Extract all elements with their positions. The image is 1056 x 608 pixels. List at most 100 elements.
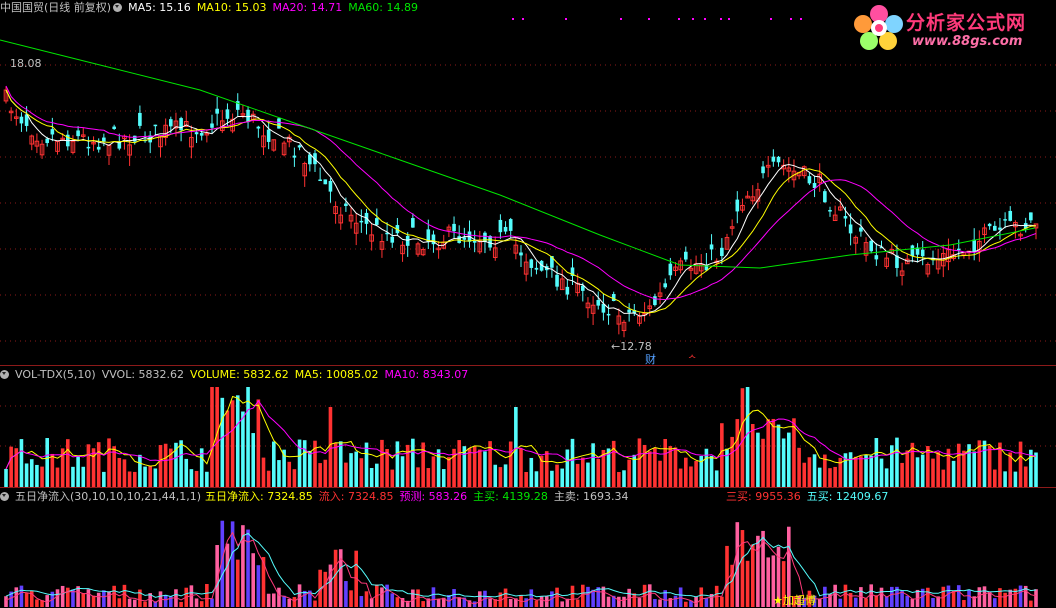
flow-bar: [163, 594, 168, 607]
volume-bar: [261, 457, 266, 487]
flow-bar: [853, 597, 858, 607]
volume-bar: [436, 449, 441, 487]
flow-bar: [555, 587, 559, 607]
signal-dot: [704, 18, 706, 20]
candle-body: [565, 286, 570, 295]
volume-bar: [848, 452, 853, 487]
dropdown-circle-icon[interactable]: [0, 370, 9, 379]
volume-bar: [503, 464, 508, 487]
volume-bar: [565, 449, 570, 487]
flow-bar: [127, 598, 132, 607]
flow-bar: [560, 601, 564, 607]
flow-bar: [272, 593, 276, 607]
third-buy-value: 三买: 9955.36: [726, 490, 801, 503]
volume-bar: [431, 456, 436, 487]
volume-bar: [395, 441, 400, 487]
candle-body: [653, 296, 657, 306]
volume-bar: [709, 455, 714, 487]
volume-chart-pane[interactable]: VOL-TDX(5,10) VVOL: 5832.62 VOLUME: 5832.6…: [0, 366, 1056, 487]
volume-bar: [1018, 441, 1023, 487]
volume-bar: [81, 466, 86, 487]
flow-bar: [864, 598, 868, 607]
high-price-marker: 18.08: [10, 57, 42, 70]
volume-bar: [750, 424, 755, 487]
volume-bar: [375, 463, 379, 487]
candle-body: [215, 108, 219, 114]
candle-body: [627, 309, 631, 313]
volume-bar: [205, 471, 209, 487]
candle-body: [998, 227, 1002, 230]
event-dot-icon[interactable]: ᄉ: [688, 352, 696, 365]
candle-body: [709, 244, 714, 250]
volume-bar: [627, 459, 631, 487]
volume-bar: [241, 411, 245, 487]
flow-bar: [4, 596, 8, 607]
dropdown-circle-icon[interactable]: [0, 492, 9, 501]
candle-body: [411, 218, 415, 228]
vol-indicator-name[interactable]: VOL-TDX(5,10): [15, 368, 96, 381]
signal-dot: [648, 18, 650, 20]
flow-bar: [653, 599, 657, 607]
flow-bar: [993, 598, 997, 607]
volume-bar: [956, 443, 961, 487]
flow-bar: [411, 589, 415, 607]
volume-bar: [45, 438, 49, 487]
volume-bar: [338, 441, 343, 487]
volume-bar: [812, 454, 817, 487]
flow-indicator-name[interactable]: 五日净流入(30,10,10,10,21,44,1,1): [15, 490, 201, 503]
flow-bar: [720, 596, 724, 607]
volume-bar: [781, 438, 786, 487]
price-chart[interactable]: [0, 0, 1056, 365]
volume-bar: [158, 445, 163, 487]
volume-bar: [390, 469, 395, 487]
volume-bar: [457, 440, 461, 487]
flow-bar: [138, 589, 142, 607]
flow-bar: [982, 586, 987, 607]
candle-body: [102, 137, 106, 142]
volume-bar: [689, 466, 693, 487]
flow-bar: [277, 587, 281, 607]
candle-body: [246, 109, 250, 123]
ma20-value: MA20: 14.71: [272, 1, 343, 14]
price-chart-pane[interactable]: 中国国贸(日线 前复权) MA5: 15.16 MA10: 15.03 MA20: 1…: [0, 0, 1056, 366]
volume-bar: [853, 456, 858, 487]
candle-body: [910, 245, 915, 257]
volume-bar: [776, 424, 781, 487]
flow-bar: [199, 601, 204, 607]
flow-bar: [931, 597, 935, 607]
volume-bar: [117, 457, 122, 487]
flow-bar: [117, 598, 122, 607]
flow-bar: [570, 585, 575, 607]
money-flow-chart[interactable]: [0, 488, 1056, 607]
candle-body: [112, 126, 116, 130]
candle-body: [323, 179, 328, 185]
volume-bar: [766, 419, 770, 487]
main-buy-value: 主买: 4139.28: [473, 490, 548, 503]
volume-bar: [833, 466, 837, 487]
volume-bar: [637, 438, 642, 487]
volume-bar: [426, 468, 431, 487]
volume-chart[interactable]: [0, 366, 1056, 487]
stock-title[interactable]: 中国国贸(日线 前复权): [0, 1, 111, 14]
dropdown-circle-icon[interactable]: [113, 3, 123, 12]
candle-body: [972, 239, 976, 253]
price-header: 中国国贸(日线 前复权) MA5: 15.16 MA10: 15.03 MA20: 1…: [0, 0, 424, 16]
volume-bar: [802, 462, 807, 487]
volume-bar: [467, 448, 472, 487]
volume-value: VOLUME: 5832.62: [190, 368, 289, 381]
flow-bar: [946, 585, 951, 607]
volume-bar: [483, 451, 487, 487]
flow-bar: [575, 599, 580, 607]
flow-bar: [194, 598, 199, 607]
volume-bar: [647, 451, 652, 487]
volume-bar: [441, 469, 446, 487]
money-flow-pane[interactable]: 五日净流入(30,10,10,10,21,44,1,1) 五日净流入: 7324.…: [0, 488, 1056, 607]
flow-bar: [962, 600, 966, 607]
volume-bar: [76, 456, 80, 487]
volume-bar: [19, 439, 24, 487]
volume-bar: [328, 407, 333, 487]
volume-bar: [684, 457, 688, 487]
volume-bar: [220, 397, 225, 487]
volume-bar: [287, 461, 292, 487]
volume-bar: [143, 466, 147, 487]
